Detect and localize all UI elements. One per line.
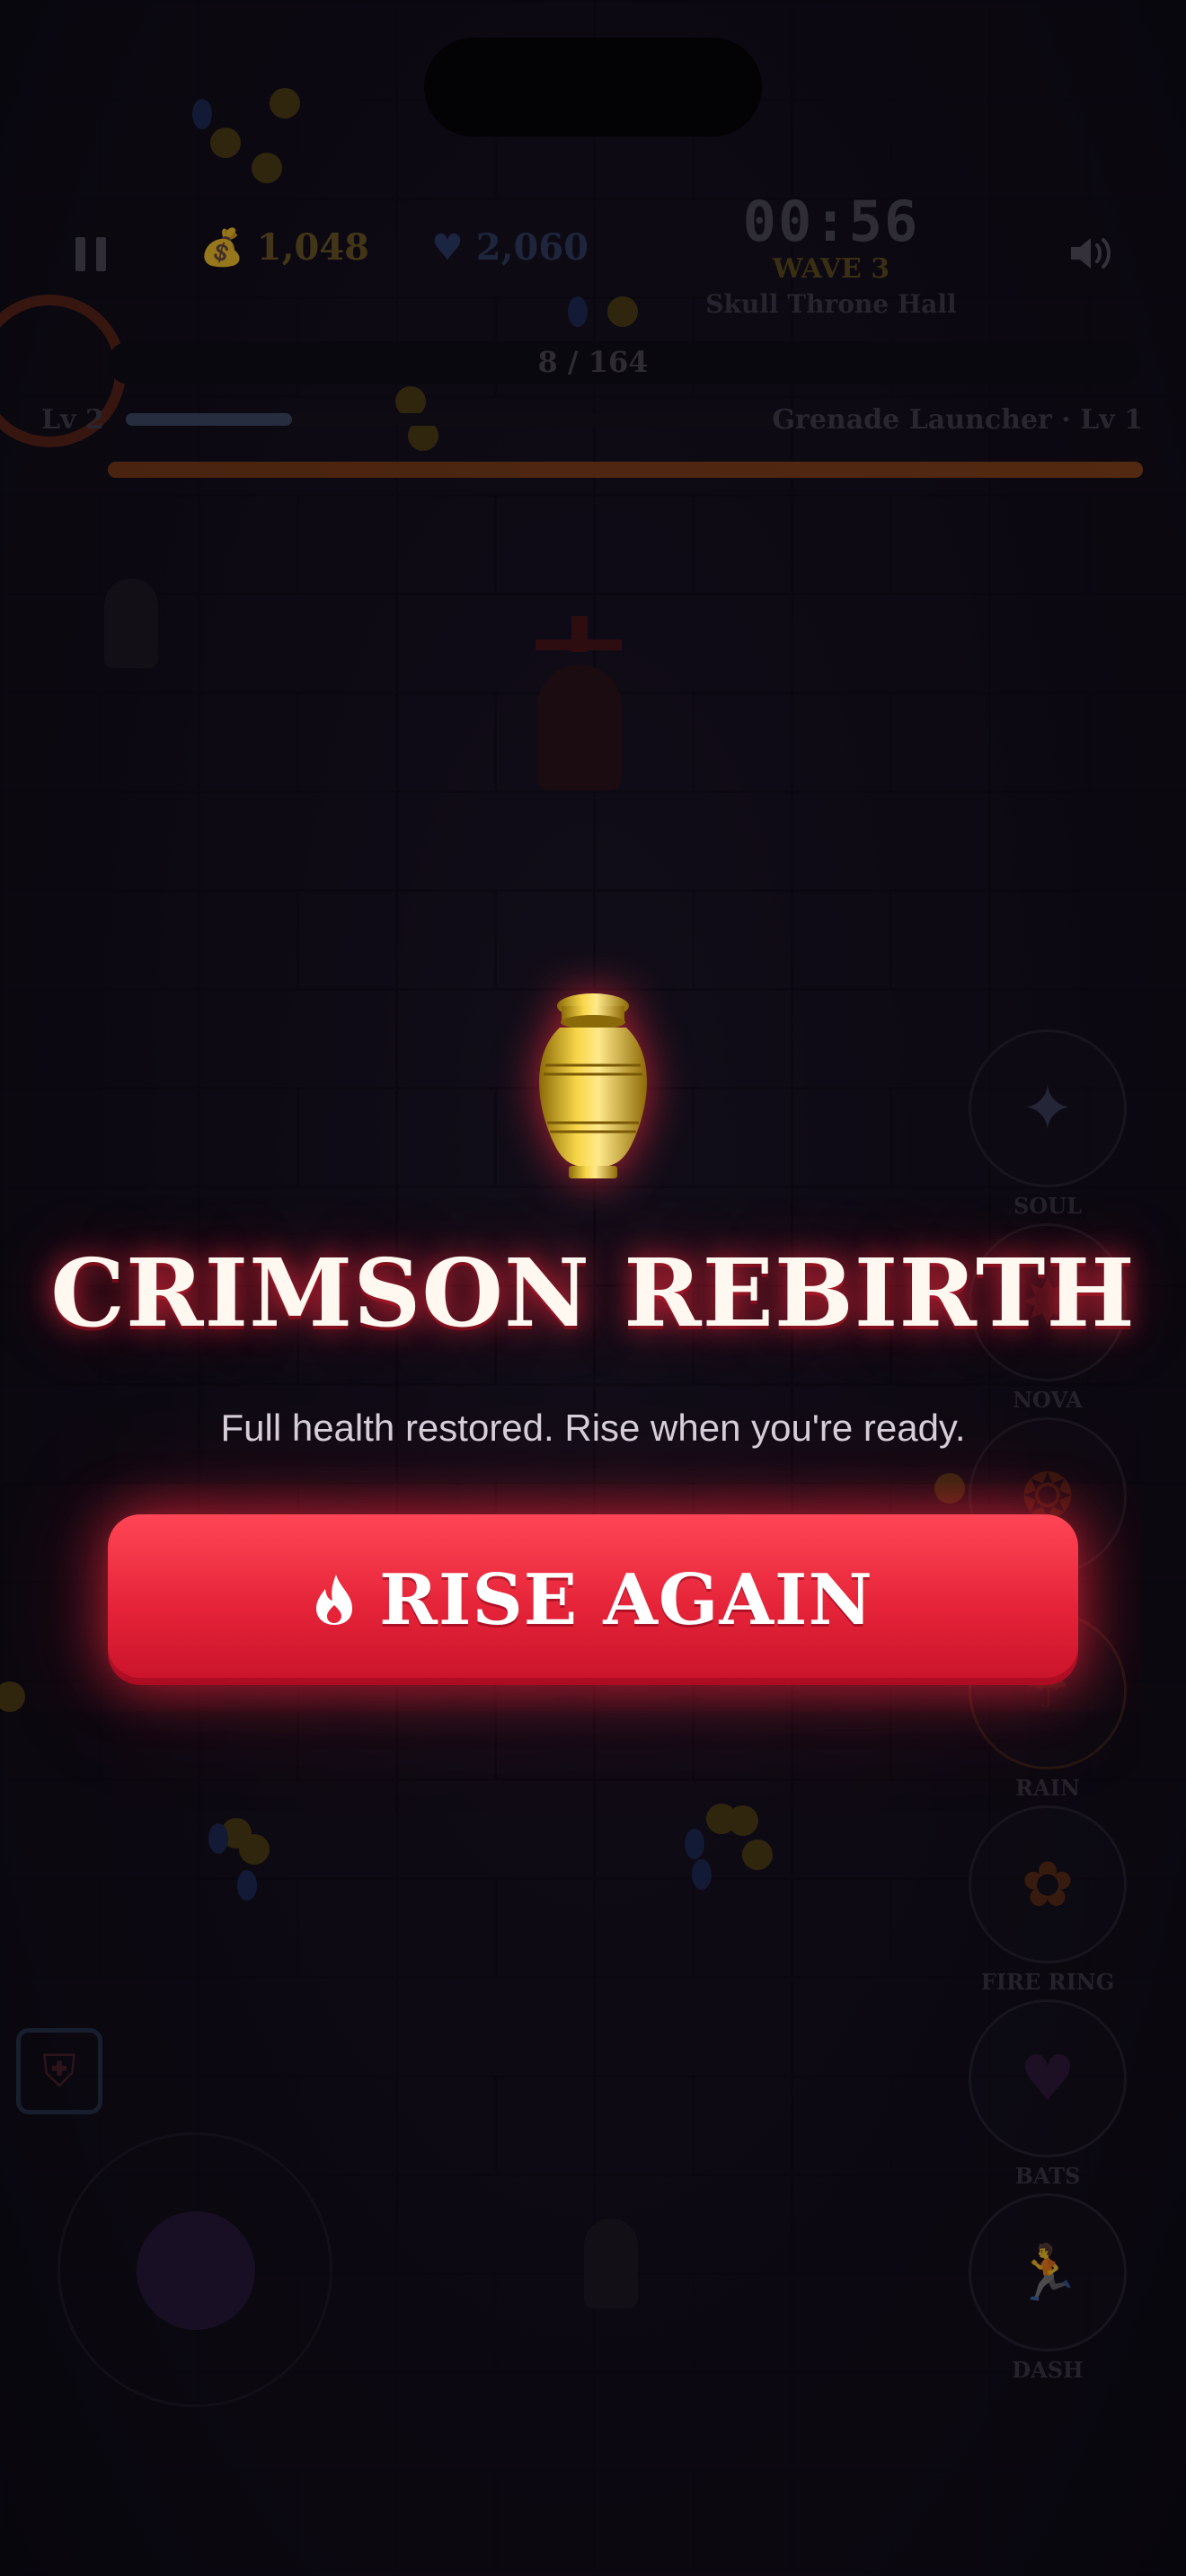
game-screen: 💰 1,048 ♥ 2,060 00:56 WAVE 3 Skull Thron… bbox=[0, 0, 1186, 2576]
rebirth-title: CRIMSON REBIRTH bbox=[50, 1238, 1136, 1348]
flame-icon bbox=[316, 1575, 353, 1625]
urn-icon bbox=[517, 979, 669, 1195]
rise-again-button[interactable]: RISE AGAIN bbox=[108, 1514, 1078, 1685]
rebirth-subtitle: Full health restored. Rise when you're r… bbox=[220, 1407, 966, 1449]
rise-again-label: RISE AGAIN bbox=[379, 1558, 873, 1641]
